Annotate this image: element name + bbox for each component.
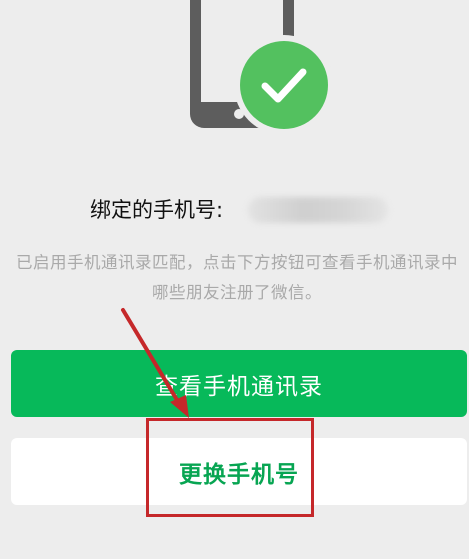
change-number-button[interactable]: 更换手机号 bbox=[11, 438, 467, 505]
description-text: 已启用手机通讯录匹配，点击下方按钮可查看手机通讯录中哪些朋友注册了微信。 bbox=[16, 253, 458, 302]
bound-phone-label: 绑定的手机号: bbox=[90, 198, 224, 222]
change-number-label: 更换手机号 bbox=[179, 461, 299, 488]
view-contacts-button[interactable]: 查看手机通讯录 bbox=[11, 350, 467, 417]
blurred-phone-number bbox=[248, 197, 388, 223]
checkmark-icon bbox=[240, 41, 328, 129]
bound-phone-row: 绑定的手机号: bbox=[0, 192, 469, 232]
view-contacts-label: 查看手机通讯录 bbox=[155, 373, 323, 400]
